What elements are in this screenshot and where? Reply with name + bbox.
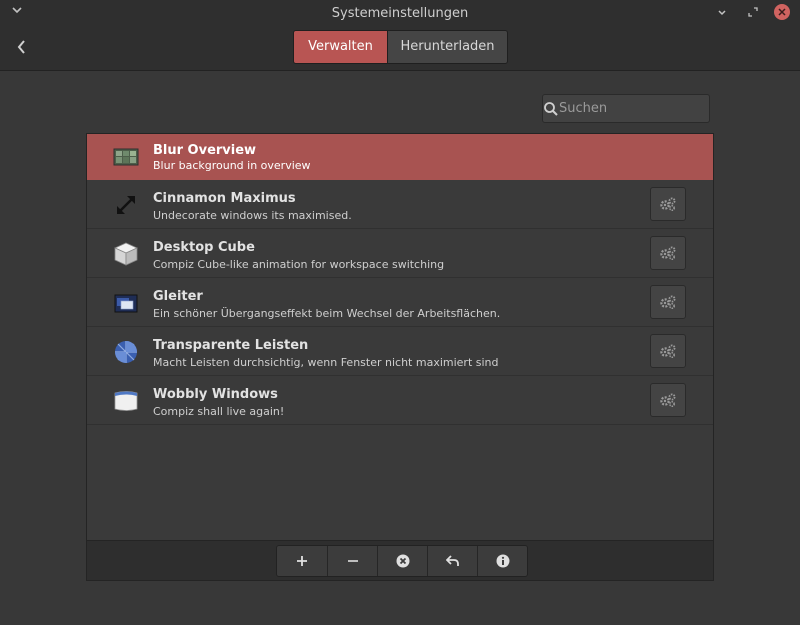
extension-title: Wobbly Windows — [153, 387, 278, 402]
chevron-left-icon — [17, 40, 25, 54]
extension-description: Compiz Cube-like animation for workspace… — [153, 258, 445, 271]
close-button[interactable] — [774, 4, 790, 20]
extension-title: Cinnamon Maximus — [153, 191, 296, 206]
list-toolbar — [87, 540, 713, 580]
extension-description: Ein schöner Übergangseffekt beim Wechsel… — [153, 307, 501, 320]
gear-icon — [660, 246, 676, 261]
list-item[interactable]: Transparente Leisten Macht Leisten durch… — [87, 327, 713, 376]
extension-description: Blur background in overview — [153, 159, 311, 172]
configure-button[interactable] — [650, 334, 686, 368]
cube-icon — [112, 240, 140, 268]
maximize-icon — [748, 7, 758, 17]
info-button[interactable] — [477, 546, 527, 576]
extension-title: Blur Overview — [153, 143, 257, 158]
list-item[interactable]: Blur Overview Blur background in overvie… — [87, 134, 713, 180]
disable-button[interactable] — [377, 546, 427, 576]
minus-icon — [347, 560, 358, 562]
list-item[interactable]: Wobbly Windows Compiz shall live again! — [87, 376, 713, 425]
configure-button[interactable] — [650, 285, 686, 319]
extension-title: Gleiter — [153, 289, 203, 304]
gear-icon — [660, 344, 676, 359]
toolbar-button-group — [276, 545, 528, 577]
back-button[interactable] — [10, 36, 32, 58]
close-circle-icon — [396, 554, 409, 568]
add-button[interactable] — [277, 546, 327, 576]
minimize-button[interactable] — [714, 4, 730, 20]
blur-overview-icon — [112, 143, 140, 171]
extension-title: Transparente Leisten — [153, 338, 309, 353]
list-item[interactable]: Cinnamon Maximus Undecorate windows its … — [87, 180, 713, 229]
gear-icon — [660, 393, 676, 408]
info-icon — [496, 554, 509, 568]
header-bar: Systemeinstellungen Verwalten Herunterla… — [0, 0, 800, 71]
close-icon — [778, 8, 786, 16]
search-input[interactable] — [559, 95, 729, 122]
configure-button[interactable] — [650, 187, 686, 221]
tab-download[interactable]: Herunterladen — [387, 31, 507, 63]
remove-button[interactable] — [327, 546, 377, 576]
extension-description: Macht Leisten durchsichtig, wenn Fenster… — [153, 356, 499, 369]
list-item[interactable]: Gleiter Ein schöner Übergangseffekt beim… — [87, 278, 713, 327]
extension-title: Desktop Cube — [153, 240, 255, 255]
configure-button[interactable] — [650, 236, 686, 270]
configure-button[interactable] — [650, 383, 686, 417]
window-title: Systemeinstellungen — [331, 6, 469, 21]
search-icon — [543, 95, 559, 122]
tab-manage[interactable]: Verwalten — [294, 31, 387, 63]
extension-list-frame: Blur Overview Blur background in overvie… — [86, 133, 714, 581]
extension-list: Blur Overview Blur background in overvie… — [87, 134, 713, 425]
extension-description: Compiz shall live again! — [153, 405, 285, 418]
gear-icon — [660, 197, 676, 212]
wobbly-window-icon — [112, 387, 140, 415]
plus-icon — [297, 556, 307, 566]
view-switcher: Verwalten Herunterladen — [293, 30, 508, 64]
search-box[interactable] — [542, 94, 729, 123]
maximize-arrows-icon — [112, 191, 140, 219]
gleiter-icon — [112, 289, 140, 317]
gear-icon — [660, 295, 676, 310]
maximize-button[interactable] — [745, 4, 761, 20]
undo-icon — [445, 555, 459, 566]
extension-description: Undecorate windows its maximised. — [153, 209, 352, 222]
minimize-icon — [718, 10, 726, 16]
list-item[interactable]: Desktop Cube Compiz Cube-like animation … — [87, 229, 713, 278]
undo-button[interactable] — [427, 546, 477, 576]
transparent-panels-icon — [112, 338, 140, 366]
